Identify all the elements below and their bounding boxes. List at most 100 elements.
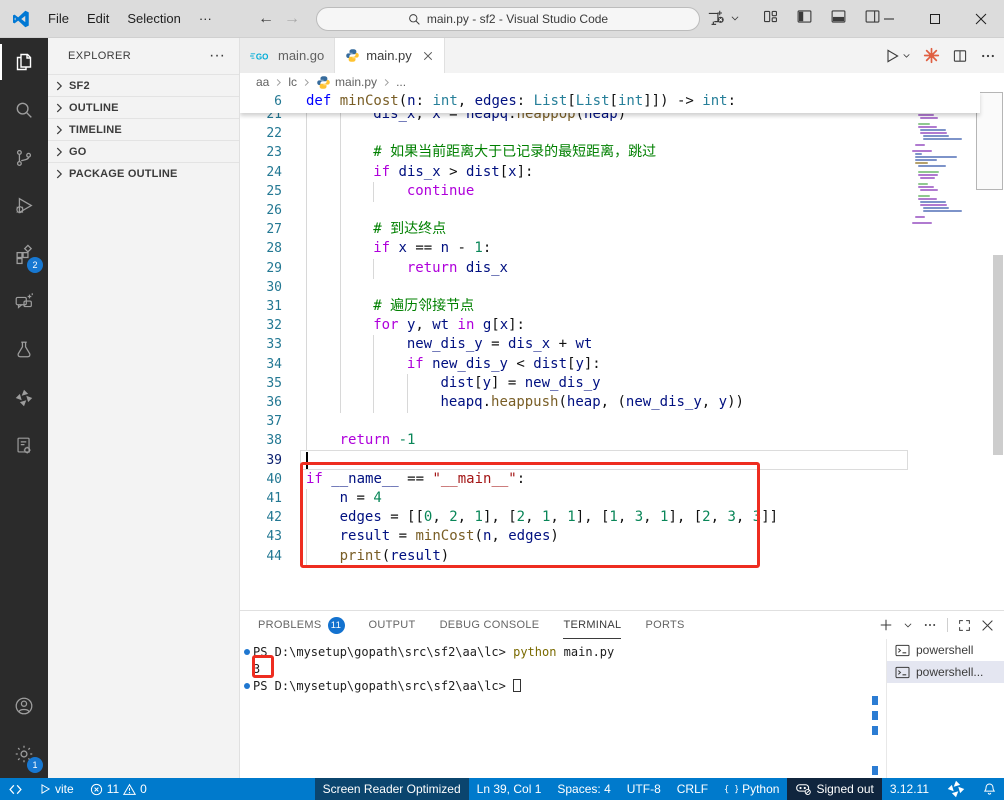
- activity-settings-icon[interactable]: 1: [0, 730, 48, 778]
- command-decoration-dot[interactable]: [244, 649, 250, 655]
- code-line-23[interactable]: 23# 如果当前距离大于已记录的最短距离，跳过: [240, 143, 908, 163]
- line-number: 35: [240, 374, 282, 393]
- activity-search-icon[interactable]: [0, 86, 48, 134]
- status-indentation[interactable]: Spaces: 4: [549, 778, 618, 800]
- extension-starburst-icon[interactable]: [923, 47, 940, 64]
- close-button[interactable]: [958, 0, 1004, 38]
- command-decoration-dot[interactable]: [244, 683, 250, 689]
- split-editor-icon[interactable]: [952, 48, 968, 64]
- code-editor[interactable]: 21dis_x, x = heapq.heappop(heap)2223# 如果…: [240, 91, 1004, 610]
- panel-tab-problems[interactable]: PROBLEMS11: [258, 611, 345, 639]
- breadcrumb-item[interactable]: aa: [256, 75, 269, 89]
- customize-layout-icon[interactable]: [762, 8, 779, 25]
- status-eol-sequence[interactable]: CRLF: [669, 778, 716, 800]
- sidebar-section-sf2[interactable]: SF2: [48, 74, 239, 96]
- status-screen-reader-mode[interactable]: Screen Reader Optimized: [315, 778, 469, 800]
- code-line-27[interactable]: 27# 到达终点: [240, 220, 908, 240]
- terminal-output[interactable]: PS D:\mysetup\gopath\src\sf2\aa\lc> pyth…: [240, 639, 886, 779]
- status-python-version[interactable]: 3.12.11: [882, 778, 937, 800]
- new-terminal-icon[interactable]: [879, 618, 893, 632]
- tab-main-go[interactable]: GOmain.go: [240, 38, 335, 73]
- terminal-list-item[interactable]: powershell: [887, 639, 1004, 661]
- menu-file[interactable]: File: [39, 6, 78, 32]
- status-problems-summary[interactable]: 110: [82, 778, 155, 800]
- command-center-search[interactable]: main.py - sf2 - Visual Studio Code: [316, 7, 700, 31]
- code-line-32[interactable]: 32for y, wt in g[x]:: [240, 316, 908, 336]
- code-line-37[interactable]: 37: [240, 412, 908, 432]
- status-extension-swirl[interactable]: [937, 778, 975, 800]
- activity-explorer-icon[interactable]: [0, 38, 48, 86]
- nav-forward-icon[interactable]: →: [284, 10, 300, 28]
- code-line-26[interactable]: 26: [240, 201, 908, 221]
- code-line-22[interactable]: 22: [240, 124, 908, 144]
- activity-run-debug-icon[interactable]: [0, 182, 48, 230]
- sidebar-section-go[interactable]: GO: [48, 140, 239, 162]
- breadcrumb-item[interactable]: ...: [396, 75, 406, 89]
- code-line-36[interactable]: 36heapq.heappush(heap, (new_dis_y, y)): [240, 393, 908, 413]
- toggle-panel-icon[interactable]: [830, 8, 847, 25]
- menu-edit[interactable]: Edit: [78, 6, 118, 32]
- bottom-panel: PROBLEMS11 OUTPUT DEBUG CONSOLE TERMINAL POR…: [240, 610, 1004, 778]
- code-line-38[interactable]: 38return -1: [240, 431, 908, 451]
- code-line-28[interactable]: 28if x == n - 1:: [240, 239, 908, 259]
- status-remote-indicator[interactable]: [0, 778, 31, 800]
- breadcrumb-item[interactable]: main.py: [316, 75, 377, 90]
- panel-tab-output[interactable]: OUTPUT: [369, 611, 416, 639]
- menu-[interactable]: ···: [190, 6, 221, 32]
- code-line-25[interactable]: 25continue: [240, 182, 908, 202]
- code-line-35[interactable]: 35dist[y] = new_dis_y: [240, 374, 908, 394]
- status-notifications[interactable]: [975, 778, 1004, 800]
- editor-group: GOmain.gomain.py aalcmain.py... 21dis_x,…: [240, 38, 1004, 610]
- code-line-24[interactable]: 24if dis_x > dist[x]:: [240, 163, 908, 183]
- activity-testing-icon[interactable]: [0, 326, 48, 374]
- line-number: 39: [240, 451, 282, 470]
- activity-chat-icon[interactable]: [0, 278, 48, 326]
- code-line-31[interactable]: 31# 遍历邻接节点: [240, 297, 908, 317]
- code-line-29[interactable]: 29return dis_x: [240, 259, 908, 279]
- activity-accounts-icon[interactable]: [0, 682, 48, 730]
- sidebar-section-timeline[interactable]: TIMELINE: [48, 118, 239, 140]
- nav-back-icon[interactable]: ←: [258, 10, 274, 28]
- minimap-slider[interactable]: [976, 92, 1003, 190]
- breadcrumb[interactable]: aa lc main.py...: [240, 73, 1004, 91]
- sidebar-section-outline[interactable]: OUTLINE: [48, 96, 239, 118]
- status-cursor-position[interactable]: Ln 39, Col 1: [469, 778, 550, 800]
- close-tab-icon[interactable]: [422, 50, 434, 62]
- tab-main-py[interactable]: main.py: [335, 38, 445, 73]
- breadcrumb-item[interactable]: lc: [288, 75, 297, 89]
- sticky-scroll-line[interactable]: 6def minCost(n: int, edges: List[List[in…: [240, 91, 980, 113]
- run-python-button[interactable]: [884, 48, 911, 64]
- activity-extension-swirl-icon[interactable]: [0, 374, 48, 422]
- code-line-34[interactable]: 34if new_dis_y < dist[y]:: [240, 355, 908, 375]
- code-line-30[interactable]: 30: [240, 278, 908, 298]
- launch-profile-button[interactable]: [706, 8, 740, 28]
- status-language-mode[interactable]: { }Python: [716, 778, 787, 800]
- chevron-right-icon: [52, 79, 66, 93]
- toggle-primary-sidebar-icon[interactable]: [796, 8, 813, 25]
- status-vite-task[interactable]: vite: [31, 778, 82, 800]
- terminal-list-item[interactable]: powershell...: [887, 661, 1004, 683]
- editor-more-actions-icon[interactable]: [980, 48, 996, 64]
- panel-tab-debug-console[interactable]: DEBUG CONSOLE: [440, 611, 540, 639]
- chevron-right-icon: [52, 167, 66, 181]
- status-encoding[interactable]: UTF-8: [619, 778, 669, 800]
- status-copilot-status[interactable]: Signed out: [787, 778, 881, 800]
- panel-tab-ports[interactable]: PORTS: [645, 611, 684, 639]
- panel-tab-terminal[interactable]: TERMINAL: [563, 611, 621, 639]
- breadcrumb-separator-icon: [301, 77, 312, 88]
- annotation-box-code: [300, 462, 760, 568]
- maximize-button[interactable]: [912, 0, 958, 38]
- sidebar-section-package-outline[interactable]: PACKAGE OUTLINE: [48, 162, 239, 184]
- code-line-33[interactable]: 33new_dis_y = dis_x + wt: [240, 335, 908, 355]
- minimize-button[interactable]: [866, 0, 912, 38]
- activity-extensions-icon[interactable]: 2: [0, 230, 48, 278]
- editor-scrollbar-thumb[interactable]: [993, 255, 1003, 455]
- activity-extension-runner-icon[interactable]: [0, 422, 48, 470]
- maximize-panel-icon[interactable]: [958, 619, 971, 632]
- terminal-dropdown-icon[interactable]: [903, 620, 913, 630]
- activity-source-control-icon[interactable]: [0, 134, 48, 182]
- sidebar-more-actions-icon[interactable]: ···: [209, 47, 225, 65]
- panel-more-actions-icon[interactable]: [923, 618, 937, 632]
- close-panel-icon[interactable]: [981, 619, 994, 632]
- menu-selection[interactable]: Selection: [118, 6, 189, 32]
